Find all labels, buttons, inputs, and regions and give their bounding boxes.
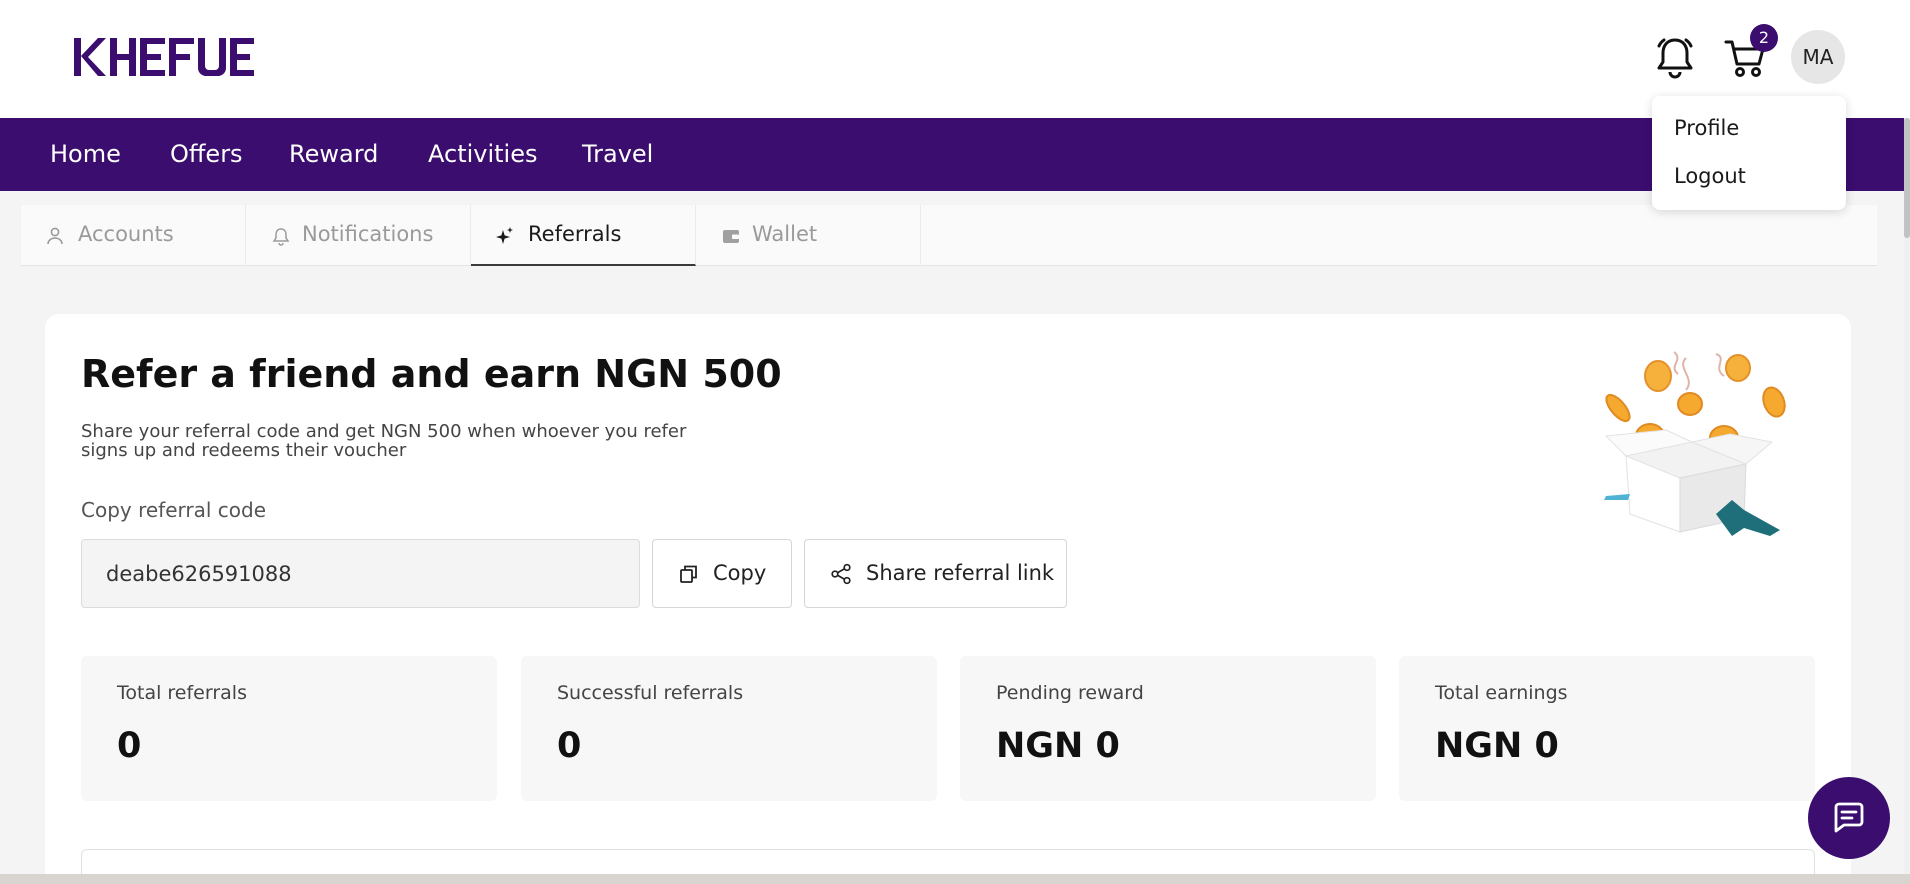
chat-button[interactable] [1808, 777, 1890, 859]
user-icon [47, 227, 63, 245]
tab-wallet-label: Wallet [752, 222, 818, 246]
os-taskbar-edge [0, 874, 1910, 884]
share-icon [831, 563, 851, 585]
main-nav: Home Offers Reward Activities Travel [0, 118, 1904, 191]
menu-item-profile[interactable]: Profile [1674, 116, 1739, 140]
stat-value: NGN 0 [1435, 726, 1559, 766]
bell-icon [272, 228, 290, 246]
copy-code-label: Copy referral code [81, 498, 267, 522]
sparkle-icon [496, 227, 513, 244]
tab-accounts[interactable]: Accounts [21, 205, 246, 266]
stat-card-pending-reward: Pending reward NGN 0 [960, 656, 1376, 801]
stat-label: Successful referrals [557, 682, 744, 704]
tab-accounts-label: Accounts [78, 222, 174, 246]
menu-item-logout[interactable]: Logout [1674, 164, 1746, 188]
tab-notifications[interactable]: Notifications [246, 205, 471, 266]
stat-label: Total earnings [1435, 682, 1568, 704]
page-scrollbar-thumb[interactable] [1904, 118, 1910, 238]
khefue-logo[interactable] [74, 36, 254, 80]
stat-card-total-earnings: Total earnings NGN 0 [1399, 656, 1815, 801]
gift-box-coins-illustration [1604, 351, 1786, 536]
bell-icon[interactable] [1652, 34, 1698, 80]
nav-item-reward[interactable]: Reward [289, 118, 378, 191]
stat-value: 0 [117, 726, 142, 766]
nav-item-travel[interactable]: Travel [582, 118, 653, 191]
share-button-label: Share referral link [866, 561, 1055, 585]
nav-item-home[interactable]: Home [50, 118, 121, 191]
wallet-icon [723, 230, 739, 243]
stat-label: Total referrals [117, 682, 247, 704]
account-tabs: Accounts Notifications Referrals Wallet [21, 205, 1877, 266]
stat-card-total-referrals: Total referrals 0 [81, 656, 497, 801]
copy-button-label: Copy [713, 561, 767, 585]
share-referral-link-button[interactable]: Share referral link [804, 539, 1067, 608]
stat-label: Pending reward [996, 682, 1144, 704]
user-avatar[interactable]: MA [1791, 30, 1845, 84]
copy-button[interactable]: Copy [652, 539, 792, 608]
profile-dropdown-menu: Profile Logout [1652, 96, 1846, 210]
cart-count-badge: 2 [1750, 24, 1778, 52]
referral-subtitle: Share your referral code and get NGN 500… [81, 421, 687, 461]
tab-referrals[interactable]: Referrals [471, 205, 696, 266]
tab-referrals-label: Referrals [528, 222, 622, 246]
tab-wallet[interactable]: Wallet [696, 205, 921, 266]
chat-icon [1834, 802, 1864, 833]
referral-title: Refer a friend and earn NGN 500 [81, 352, 782, 396]
copy-icon [680, 565, 697, 583]
top-header [0, 0, 1910, 118]
nav-item-activities[interactable]: Activities [428, 118, 538, 191]
nav-item-offers[interactable]: Offers [170, 118, 243, 191]
referral-code-field[interactable] [81, 539, 640, 608]
tab-notifications-label: Notifications [302, 222, 434, 246]
stat-value: 0 [557, 726, 582, 766]
stat-value: NGN 0 [996, 726, 1120, 766]
stat-card-successful-referrals: Successful referrals 0 [521, 656, 937, 801]
